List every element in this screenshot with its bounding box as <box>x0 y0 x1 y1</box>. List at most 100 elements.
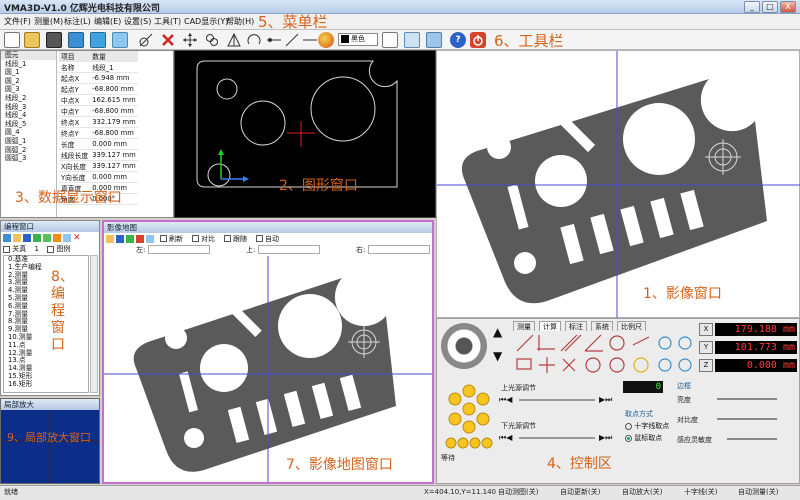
program-run-icon[interactable] <box>43 234 51 242</box>
status-auto-measure[interactable]: 自动测量(关) <box>738 486 778 498</box>
document-icon[interactable] <box>382 32 398 48</box>
menu-file[interactable]: 文件(F) <box>4 16 31 27</box>
lower-light-slider[interactable]: ⏮◀ ▶⏭ <box>499 433 619 443</box>
image-icon[interactable] <box>68 32 84 48</box>
program-delete-icon[interactable]: ✕ <box>73 233 81 243</box>
left-input[interactable] <box>148 245 210 254</box>
list-item[interactable]: 线段_2 <box>1 94 56 103</box>
upper-light-slider[interactable]: ⏮◀ ▶⏭ <box>499 395 619 405</box>
arrow-down-icon[interactable]: ▼ <box>493 349 502 363</box>
checkbox[interactable] <box>192 235 199 242</box>
tab-calculate[interactable]: 计算 <box>539 321 561 331</box>
circles-icon[interactable] <box>204 32 220 48</box>
move-icon[interactable] <box>182 32 198 48</box>
checkbox[interactable] <box>47 245 55 253</box>
camera-icon[interactable] <box>46 32 62 48</box>
program-new-icon[interactable] <box>3 234 11 242</box>
help-icon[interactable]: ? <box>450 32 466 48</box>
triangle-tool-icon[interactable] <box>226 32 242 48</box>
program-scrollbar[interactable] <box>90 255 98 393</box>
joystick-control[interactable] <box>441 323 487 369</box>
program-refresh-icon[interactable] <box>63 234 71 242</box>
contrast-slider[interactable] <box>717 418 777 420</box>
menu-settings[interactable]: 设置(S) <box>124 16 151 27</box>
slant-line-icon[interactable] <box>284 32 300 48</box>
list-item[interactable]: 16.矩形 <box>4 380 88 389</box>
status-auto-map[interactable]: 自动测图(关) <box>498 486 538 498</box>
menu-label[interactable]: 标注(L) <box>64 16 91 27</box>
tab-scale[interactable]: 比例尺 <box>617 321 646 331</box>
menu-tools[interactable]: 工具(T) <box>154 16 181 27</box>
map-zoom-out-icon[interactable] <box>136 235 144 243</box>
checkbox[interactable] <box>224 235 231 242</box>
capture-option-mouse[interactable]: 鼠标取点 <box>625 433 662 443</box>
radio-label: 鼠标取点 <box>634 434 663 442</box>
map-open-icon[interactable] <box>106 235 114 243</box>
tab-label[interactable]: 标注 <box>565 321 587 331</box>
delete-icon[interactable] <box>160 32 176 48</box>
open-folder-icon[interactable] <box>24 32 40 48</box>
annotation-graphic-window: 2、图形窗口 <box>279 178 358 194</box>
table-row: 终点Y -68.800 mm <box>59 127 138 139</box>
export-icon[interactable] <box>426 32 442 48</box>
y-axis-button[interactable]: Y <box>699 341 713 354</box>
new-file-icon[interactable] <box>4 32 20 48</box>
program-step-icon[interactable] <box>53 234 61 242</box>
line-segment-icon[interactable] <box>266 32 282 48</box>
z-axis-button[interactable]: Z <box>699 359 713 372</box>
program-record-icon[interactable] <box>33 234 41 242</box>
status-auto-zoom[interactable]: 自动放大(关) <box>622 486 662 498</box>
power-icon[interactable] <box>470 32 486 48</box>
status-crosshair[interactable]: 十字线(关) <box>684 486 717 498</box>
program-open-icon[interactable] <box>13 234 21 242</box>
program-save-icon[interactable] <box>23 234 31 242</box>
checkbox[interactable] <box>256 235 263 242</box>
menu-cad-display[interactable]: CAD显示(Y) <box>184 16 228 27</box>
checkbox[interactable] <box>160 235 167 242</box>
right-input[interactable] <box>368 245 430 254</box>
close-button[interactable]: X <box>780 1 796 13</box>
sensitivity-slider[interactable] <box>727 438 777 440</box>
minimize-button[interactable]: _ <box>744 1 760 13</box>
brightness-slider[interactable] <box>717 398 777 400</box>
list-item[interactable]: 线段_1 <box>1 60 56 69</box>
color-select[interactable]: 黑色 <box>338 33 378 46</box>
tab-measure[interactable]: 测量 <box>513 321 535 331</box>
map-save-icon[interactable] <box>116 235 124 243</box>
dash-line-icon[interactable] <box>302 32 318 48</box>
x-axis-button[interactable]: X <box>699 323 713 336</box>
light-ring[interactable] <box>441 381 497 451</box>
list-item[interactable]: 圆_3 <box>1 85 56 94</box>
list-item[interactable]: 线段_3 <box>1 103 56 112</box>
top-input[interactable] <box>258 245 320 254</box>
tab-system[interactable]: 系统 <box>591 321 613 331</box>
arc-tool-icon[interactable] <box>246 32 262 48</box>
list-item[interactable]: 线段_5 <box>1 120 56 129</box>
capture-option-crosshair[interactable]: 十字线取点 <box>625 421 669 431</box>
line-tool-icon[interactable] <box>138 32 154 48</box>
status-auto-update[interactable]: 自动更新(关) <box>560 486 600 498</box>
map-zoom-in-icon[interactable] <box>126 235 134 243</box>
graphic-window[interactable]: 2、图形窗口 <box>174 50 436 218</box>
menu-help[interactable]: 帮助(H) <box>226 16 254 27</box>
list-item[interactable]: 圆弧_3 <box>1 154 56 163</box>
list-item[interactable]: 线段_4 <box>1 111 56 120</box>
zoom-window-icon[interactable] <box>112 32 128 48</box>
table-icon[interactable] <box>404 32 420 48</box>
image-window[interactable]: 1、影像窗口 <box>436 50 800 319</box>
arrow-up-icon[interactable]: ▲ <box>493 325 502 339</box>
list-item[interactable]: 圆弧_2 <box>1 146 56 155</box>
map-search-icon[interactable] <box>146 235 154 243</box>
list-item[interactable]: 圆_1 <box>1 68 56 77</box>
palette-icon[interactable] <box>318 32 334 48</box>
menu-edit[interactable]: 编辑(E) <box>94 16 121 27</box>
menu-measure[interactable]: 测量(M) <box>34 16 63 27</box>
measure-tool-grid[interactable] <box>513 331 703 377</box>
checkbox[interactable] <box>3 245 10 253</box>
image-map-window[interactable]: 影像地图 刷新 对比 跟随 自动 左: 上: 右: 7、影像地图窗口 <box>102 220 434 484</box>
list-item[interactable]: 圆弧_1 <box>1 137 56 146</box>
capture-icon[interactable] <box>90 32 106 48</box>
list-item[interactable]: 圆_4 <box>1 128 56 137</box>
list-item[interactable]: 圆_2 <box>1 77 56 86</box>
maximize-button[interactable]: □ <box>762 1 778 13</box>
